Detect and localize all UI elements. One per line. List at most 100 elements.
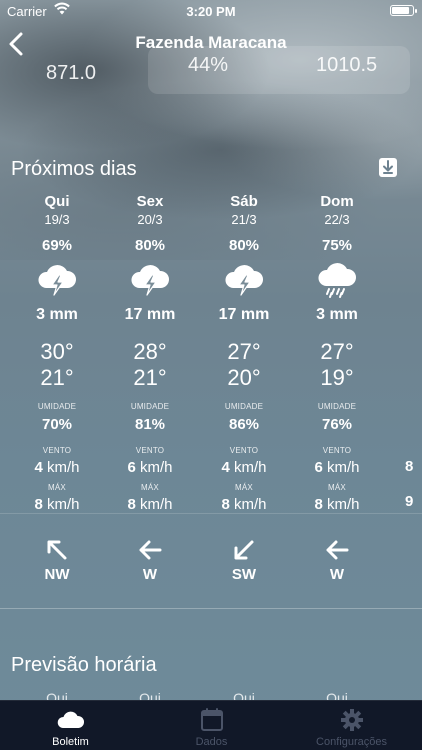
temperature-min: 21° (40, 365, 74, 390)
humidity-value: 70% (41, 416, 73, 433)
wind-gust-value: 8 (221, 496, 230, 513)
temperature-min: 21° (133, 365, 167, 390)
section-divider (0, 608, 422, 609)
tab-boletim[interactable]: Boletim (0, 701, 141, 750)
wind-gust-unit: km/h (140, 496, 173, 513)
rain-amount: 3 mm (36, 306, 78, 323)
calendar-icon (200, 708, 223, 731)
humidity-value: 86% (228, 416, 260, 433)
wind-speed: 4 km/h (198, 459, 290, 477)
pressure-value-right: 1010.5 (316, 54, 378, 76)
wind-gust-unit: km/h (327, 496, 360, 513)
forecast-day-qui: Qui 19/3 69% 3 mm 30° 21° UMIDADE 70% VE… (11, 193, 103, 583)
pressure-value-left: 871.0 (46, 62, 97, 84)
gust-label: MÁX (141, 483, 159, 492)
temperature-min: 20° (227, 365, 261, 390)
wind-direction: NW (44, 566, 70, 583)
divider (0, 513, 422, 514)
day-date: 22/3 (324, 212, 350, 227)
arrow-west-icon (139, 540, 162, 560)
forecast-day-partial: 8 9 (405, 458, 413, 510)
rain-amount: 17 mm (124, 306, 176, 323)
humidity-value: 76% (321, 416, 353, 433)
day-name: Qui (44, 193, 70, 210)
temperature-max: 27° (227, 339, 261, 364)
rain-probability: 69% (41, 237, 73, 254)
rain-probability: 80% (228, 237, 260, 254)
download-icon[interactable] (378, 156, 398, 178)
humidity-value: 44% (188, 54, 229, 76)
clock-time: 3:20 PM (186, 4, 236, 19)
day-name: Sáb (230, 193, 258, 210)
gust-label: MÁX (328, 483, 346, 492)
section-title-hourly: Previsão horária (11, 654, 157, 676)
tab-label: Dados (195, 736, 228, 748)
wind-speed: 6 km/h (104, 459, 196, 477)
wind-speed-unit: km/h (47, 459, 80, 476)
wind-gust-value: 8 (34, 496, 43, 513)
gust-label: MÁX (48, 483, 66, 492)
wind-speed-value: 4 (221, 459, 230, 476)
temperature-max: 30° (40, 339, 74, 364)
gear-icon (340, 709, 363, 731)
wind-speed-value: 6 (314, 459, 323, 476)
rain-amount: 17 mm (218, 306, 270, 323)
wind-direction: W (142, 566, 158, 583)
wind-speed-unit: km/h (140, 459, 173, 476)
wind-gust-unit: km/h (234, 496, 267, 513)
wind-speed-value: 4 (34, 459, 43, 476)
battery-icon (390, 5, 417, 16)
tab-dados[interactable]: Dados (141, 701, 282, 750)
wind-speed-unit: km/h (234, 459, 267, 476)
wind-direction: W (329, 566, 345, 583)
wind-gust-unit: km/h (47, 496, 80, 513)
wind-speed-value: 6 (127, 459, 136, 476)
day-date: 21/3 (231, 212, 257, 227)
wind-gust-value: 9 (405, 493, 414, 510)
wind-label: VENTO (42, 446, 72, 455)
humidity-label: UMIDADE (37, 402, 77, 411)
day-date: 20/3 (137, 212, 163, 227)
arrow-southwest-icon (234, 540, 254, 560)
status-bar: Carrier 3:20 PM (0, 0, 422, 22)
humidity-value: 81% (134, 416, 166, 433)
thunderstorm-icon (38, 265, 77, 296)
arrow-northwest-icon (47, 540, 67, 560)
wind-label: VENTO (135, 446, 165, 455)
wind-gust: 8 km/h (104, 496, 196, 514)
temperature-max: 28° (133, 339, 167, 364)
day-name: Dom (320, 193, 354, 210)
rain-icon (318, 263, 357, 298)
humidity-label: UMIDADE (130, 402, 170, 411)
current-conditions-partial: 871.0 44% 1010.5 (0, 46, 422, 101)
section-title-next-days: Próximos dias (11, 158, 137, 180)
wind-gust: 8 km/h (11, 496, 103, 514)
day-name: Sex (136, 193, 164, 210)
humidity-label: UMIDADE (224, 402, 264, 411)
tab-label: Boletim (52, 736, 89, 748)
forecast-day-sex: Sex 20/3 80% 17 mm 28° 21° UMIDADE 81% V… (104, 193, 196, 583)
arrow-west-icon (326, 540, 349, 560)
wind-gust-value: 8 (314, 496, 323, 513)
temperature-min: 19° (320, 365, 354, 390)
forecast-day-dom: Dom 22/3 75% 3 mm 27° 19° UMIDADE 76% VE… (291, 193, 383, 583)
forecast-day-sab: Sáb 21/3 80% 17 mm 27° 20° UMIDADE 86% V… (198, 193, 290, 583)
temperature-max: 27° (320, 339, 354, 364)
thunderstorm-icon (225, 265, 264, 296)
cloud-icon (57, 711, 84, 728)
gust-label: MÁX (235, 483, 253, 492)
wind-speed-unit: km/h (327, 459, 360, 476)
wind-gust-value: 8 (127, 496, 136, 513)
wind-gust: 8 km/h (291, 496, 383, 514)
wind-speed: 6 km/h (291, 459, 383, 477)
wind-label: VENTO (229, 446, 259, 455)
rain-probability: 75% (321, 237, 353, 254)
tab-label: Configurações (316, 736, 387, 748)
wind-speed: 4 km/h (11, 459, 103, 477)
tab-bar: Boletim Dados Configurações (0, 700, 422, 750)
tab-configuracoes[interactable]: Configurações (281, 701, 422, 750)
wind-label: VENTO (322, 446, 352, 455)
wind-direction: SW (231, 566, 257, 583)
wind-speed-value: 8 (405, 458, 414, 475)
rain-amount: 3 mm (316, 306, 358, 323)
